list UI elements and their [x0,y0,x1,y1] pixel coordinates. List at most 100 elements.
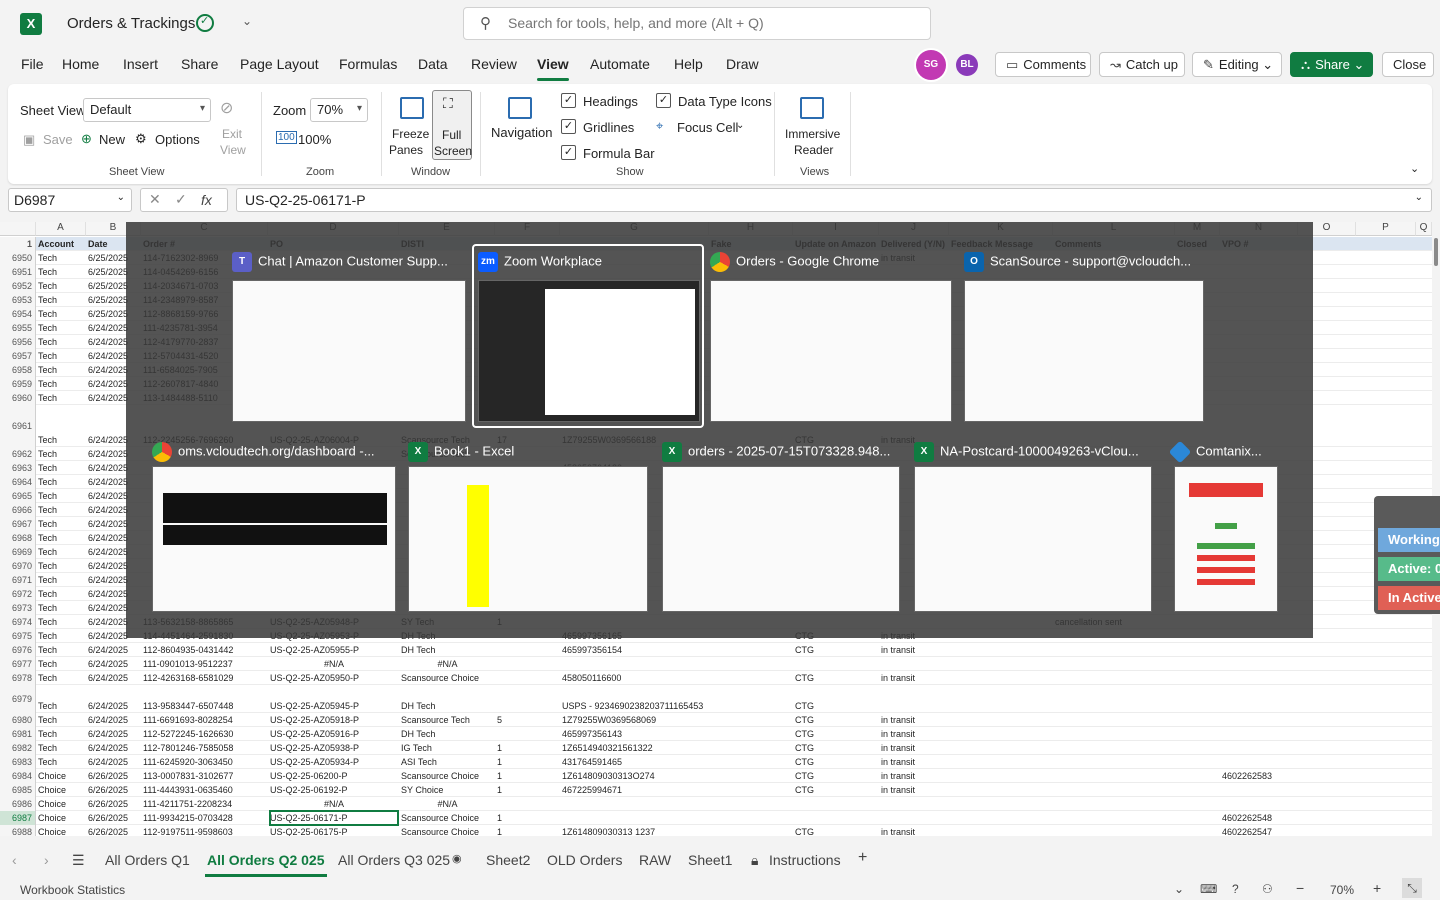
table-cell[interactable]: Scansource Choice [401,825,494,836]
table-cell[interactable]: 5 [497,713,559,727]
tab-all-orders-q2[interactable]: All Orders Q2 025 [205,852,327,877]
menu-automate[interactable]: Automate [590,56,650,72]
menu-view[interactable]: View [537,56,569,81]
row-header[interactable]: 6961 [0,405,36,447]
tab-all-orders-q3[interactable]: All Orders Q3 025 [338,852,450,868]
chevron-down-icon[interactable]: ⌄ [242,14,252,28]
table-cell[interactable]: CTG [795,643,878,657]
table-row[interactable]: 6988 Choice 6/26/2025 112-9197511-9598603 US… [0,825,1432,836]
table-cell[interactable]: 1Z614809030313 1237 [562,825,708,836]
table-cell[interactable]: CTG [795,769,878,783]
row-header[interactable]: 6980 [0,713,36,727]
switcher-window-orders-excel[interactable]: Xorders - 2025-07-15T073328.948... [662,442,902,612]
table-cell[interactable]: US-Q2-25-06175-P [270,825,398,836]
row-header[interactable]: 6954 [0,307,36,321]
table-cell[interactable]: Tech [38,265,85,279]
table-cell[interactable]: CTG [795,713,878,727]
table-cell[interactable]: Tech [38,517,85,531]
working-button[interactable]: Working [1378,528,1440,552]
table-cell[interactable]: 112-4263168-6581029 [143,671,267,685]
name-box[interactable]: D6987 ⌄ [8,188,132,212]
chevron-down-icon[interactable]: ⌄ [1174,882,1184,896]
table-cell[interactable]: Tech [38,741,85,755]
row-header[interactable]: 6953 [0,293,36,307]
zoom-in-icon[interactable]: + [1373,880,1381,896]
table-row[interactable]: 6983 Tech 6/24/2025 111-6245920-3063450 US-Q… [0,755,1432,769]
switcher-window-zoom[interactable]: zm Zoom Workplace [472,244,704,428]
table-cell[interactable]: US-Q2-25-AZ05934-P [270,755,398,769]
table-cell[interactable]: 111-6691693-8028254 [143,713,267,727]
row-header[interactable]: 6981 [0,727,36,741]
row-header[interactable]: 6985 [0,783,36,797]
row-header[interactable]: 6955 [0,321,36,335]
full-screen-button[interactable]: ⛶ Full Screen [432,90,472,160]
row-header[interactable]: 6979 [0,685,36,713]
table-cell[interactable]: Tech [38,657,85,671]
table-cell[interactable]: US-Q2-25-AZ05945-P [270,699,398,713]
table-cell[interactable]: DH Tech [401,643,494,657]
row-header[interactable]: 6977 [0,657,36,671]
table-row[interactable]: 6980 Tech 6/24/2025 111-6691693-8028254 US-Q… [0,713,1432,727]
table-cell[interactable]: Scansource Choice [401,769,494,783]
column-header[interactable]: A [36,222,86,236]
table-cell[interactable]: 113-9583447-6507448 [143,699,267,713]
new-view-button[interactable]: New [99,132,125,147]
table-cell[interactable]: in transit [881,825,948,836]
table-cell[interactable]: 112-8604935-0431442 [143,643,267,657]
table-cell[interactable]: Tech [38,559,85,573]
table-cell[interactable]: ASI Tech [401,755,494,769]
table-cell[interactable]: in transit [881,727,948,741]
editing-mode-button[interactable]: ✎ Editing ⌄ [1192,52,1282,77]
row-header[interactable]: 1 [0,237,36,251]
table-cell[interactable]: CTG [795,699,878,713]
row-header[interactable]: 6957 [0,349,36,363]
table-cell[interactable]: US-Q2-25-06192-P [270,783,398,797]
row-header[interactable]: 6965 [0,489,36,503]
table-cell[interactable]: 111-6245920-3063450 [143,755,267,769]
table-cell[interactable]: Choice [38,769,85,783]
table-cell[interactable]: Scansource Choice [401,811,494,825]
row-header[interactable]: 6978 [0,671,36,685]
menu-review[interactable]: Review [471,56,517,72]
row-header[interactable]: 6960 [0,391,36,405]
tab-raw[interactable]: RAW [639,852,671,868]
table-cell[interactable]: 4602262548 [1222,811,1297,825]
table-cell[interactable]: 1Z614809030313O274 [562,769,708,783]
search-input[interactable] [508,15,908,31]
row-header[interactable]: 6987 [0,811,36,825]
row-header[interactable]: 6986 [0,797,36,811]
row-header[interactable]: 6968 [0,531,36,545]
table-cell[interactable]: CTG [795,727,878,741]
switcher-window-na-postcard[interactable]: X NA-Postcard-1000049263-vClou... [914,442,1154,612]
collapse-ribbon-icon[interactable]: ⌄ [1410,162,1419,175]
table-cell[interactable]: Tech [38,433,85,447]
menu-home[interactable]: Home [62,56,99,72]
table-cell[interactable]: Tech [38,293,85,307]
menu-page-layout[interactable]: Page Layout [240,56,319,72]
table-cell[interactable]: Choice [38,825,85,836]
select-all-corner[interactable] [0,222,36,236]
column-header[interactable]: P [1356,222,1416,236]
table-cell[interactable]: Tech [38,727,85,741]
table-cell[interactable]: in transit [881,671,948,685]
row-header[interactable]: 6988 [0,825,36,836]
table-row[interactable]: 6978 Tech 6/24/2025 112-4263168-6581029 US-Q… [0,671,1432,685]
row-header[interactable]: 6976 [0,643,36,657]
switcher-window-oms-dashboard[interactable]: oms.vcloudtech.org/dashboard -... [152,442,396,612]
table-cell[interactable]: 6/24/2025 [88,727,140,741]
menu-formulas[interactable]: Formulas [339,56,397,72]
table-cell[interactable]: in transit [881,769,948,783]
table-cell[interactable]: 111-4211751-2208234 [143,797,267,811]
row-header[interactable]: 6969 [0,545,36,559]
row-header[interactable]: 6982 [0,741,36,755]
table-row[interactable]: 6977 Tech 6/24/2025 111-0901013-9512237 #N/A… [0,657,1432,671]
row-header[interactable]: 6951 [0,265,36,279]
switcher-window-chrome-orders[interactable]: Orders - Google Chrome [710,252,952,430]
add-sheet-icon[interactable]: + [858,849,867,867]
cancel-icon[interactable]: ✕ [149,191,161,208]
table-cell[interactable]: Tech [38,671,85,685]
share-button[interactable]: ⛬ Share ⌄ [1290,52,1373,77]
table-cell[interactable]: 6/24/2025 [88,713,140,727]
table-cell[interactable]: 6/26/2025 [88,811,140,825]
switcher-window-comtanix[interactable]: Comtanix... [1168,440,1280,612]
